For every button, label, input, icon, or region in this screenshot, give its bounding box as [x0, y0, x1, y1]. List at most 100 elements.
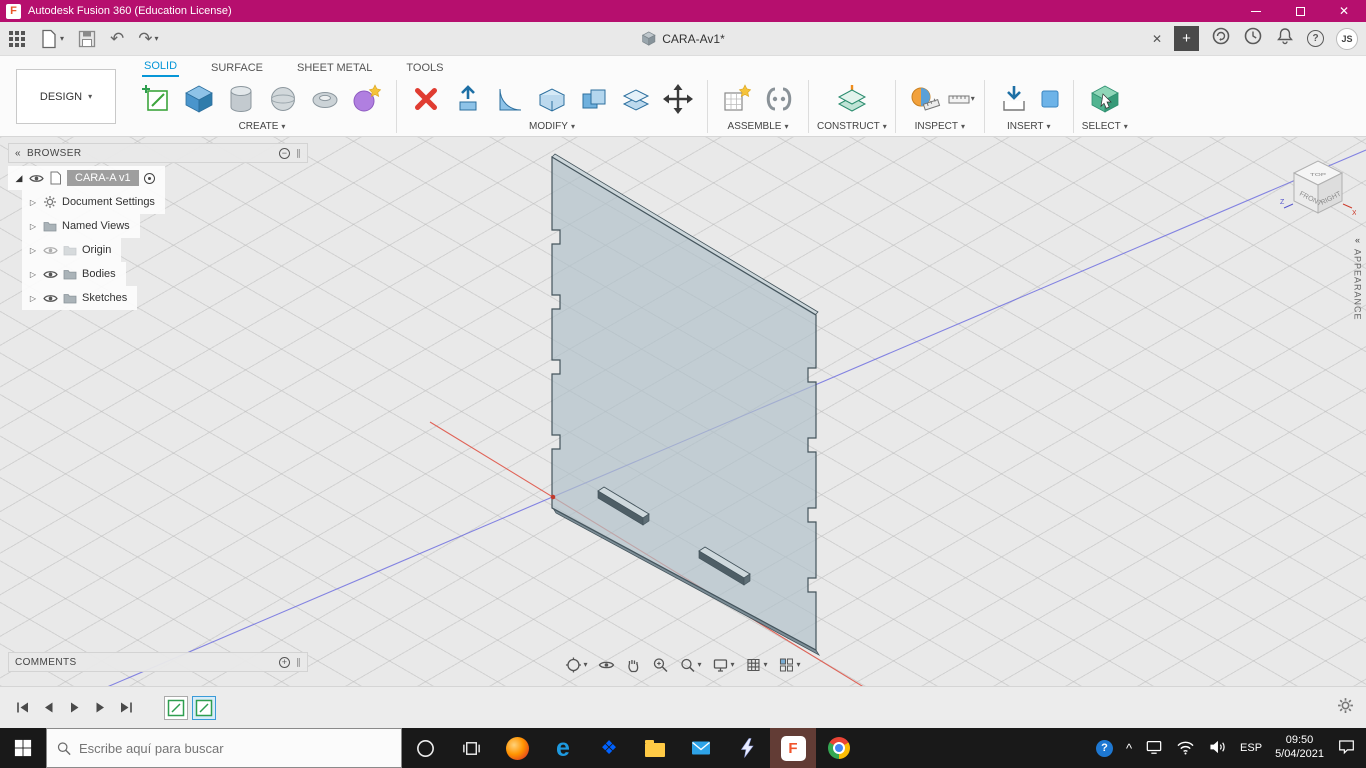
browser-header[interactable]: « BROWSER − ∥	[8, 143, 308, 163]
notifications-button[interactable]	[1275, 26, 1295, 51]
file-menu-button[interactable]: ▾	[40, 29, 64, 49]
timeline-settings-button[interactable]	[1337, 697, 1354, 719]
search-input[interactable]	[79, 740, 391, 756]
tree-row-origin[interactable]: ▷ Origin	[8, 238, 308, 262]
tree-row-document-settings[interactable]: ▷ Document Settings	[8, 190, 308, 214]
visibility-eye-icon[interactable]	[43, 293, 58, 304]
joint-button[interactable]	[758, 77, 800, 121]
taskbar-clock[interactable]: 09:50 5/04/2021	[1275, 734, 1324, 762]
activate-component-icon[interactable]	[143, 172, 155, 184]
comments-grip-handle[interactable]: ∥	[296, 657, 301, 668]
expand-panel-icon[interactable]: «	[1355, 235, 1360, 245]
maximize-button[interactable]	[1278, 0, 1322, 22]
mail-button[interactable]	[678, 728, 724, 768]
chrome-button[interactable]	[816, 728, 862, 768]
get-help-button[interactable]: ?	[1095, 739, 1113, 757]
visibility-eye-icon[interactable]	[43, 245, 58, 256]
redo-button[interactable]: ↷ ▾	[138, 29, 158, 49]
tree-item-label[interactable]: Document Settings	[62, 196, 155, 208]
timeline-step-forward-button[interactable]	[90, 698, 110, 718]
create-form-button[interactable]	[346, 77, 388, 121]
fit-button[interactable]: ▾	[675, 654, 705, 676]
inspect-ruler-button[interactable]: ▾	[946, 77, 976, 121]
visibility-eye-icon[interactable]	[43, 269, 58, 280]
expand-comments-button[interactable]: +	[279, 656, 291, 668]
model-panel-face[interactable]	[551, 155, 817, 652]
visibility-eye-icon[interactable]	[29, 173, 44, 184]
collapse-panel-icon[interactable]: «	[15, 148, 21, 159]
appearance-panel-tab[interactable]: « APPEARANCE	[1349, 235, 1366, 321]
cortana-button[interactable]	[402, 728, 448, 768]
comments-bar[interactable]: COMMENTS + ∥	[8, 652, 308, 672]
tab-solid[interactable]: SOLID	[142, 58, 180, 77]
create-cylinder-button[interactable]	[220, 77, 262, 121]
tree-row-bodies[interactable]: ▷ Bodies	[8, 262, 308, 286]
expand-toggle-icon[interactable]: ▷	[28, 294, 38, 303]
measure-button[interactable]	[904, 77, 946, 121]
zoom-button[interactable]	[648, 654, 672, 676]
viewports-button[interactable]: ▾	[775, 654, 805, 676]
lightning-app-button[interactable]	[724, 728, 770, 768]
insert-menu[interactable]: INSERT ▾	[1007, 121, 1051, 136]
account-avatar[interactable]: JS	[1336, 27, 1358, 50]
help-button[interactable]: ?	[1307, 30, 1324, 47]
new-document-tab-button[interactable]: +	[1174, 26, 1199, 51]
workspace-switcher[interactable]: DESIGN ▾	[16, 69, 116, 124]
dropbox-button[interactable]: ❖	[586, 728, 632, 768]
collapse-browser-button[interactable]: −	[279, 147, 291, 159]
create-torus-button[interactable]	[304, 77, 346, 121]
timeline-go-to-end-button[interactable]	[116, 698, 136, 718]
tree-item-label[interactable]: Sketches	[82, 292, 127, 304]
orbit-button[interactable]: ▾	[561, 654, 591, 676]
timeline-step-back-button[interactable]	[38, 698, 58, 718]
volume-button[interactable]	[1208, 739, 1227, 758]
minimize-button[interactable]	[1234, 0, 1278, 22]
firefox-button[interactable]	[494, 728, 540, 768]
combine-button[interactable]	[573, 77, 615, 121]
document-tab-close-button[interactable]: ✕	[1152, 32, 1162, 46]
modify-menu[interactable]: MODIFY ▾	[529, 121, 575, 136]
move-button[interactable]	[657, 77, 699, 121]
insert-button[interactable]	[993, 77, 1035, 121]
root-document-label[interactable]: CARA-A v1	[67, 170, 139, 186]
undo-button[interactable]: ↶	[110, 29, 124, 49]
construct-plane-button[interactable]	[831, 77, 873, 121]
insert-canvas-button[interactable]	[1035, 77, 1065, 121]
taskbar-search[interactable]	[46, 728, 402, 768]
action-center-button[interactable]	[1337, 738, 1356, 758]
start-button[interactable]	[0, 728, 46, 768]
app-grid-button[interactable]	[8, 30, 26, 48]
shell-button[interactable]	[531, 77, 573, 121]
press-pull-button[interactable]	[447, 77, 489, 121]
timeline-sketch-feature-1[interactable]	[164, 695, 188, 720]
notifications-history-button[interactable]	[1243, 26, 1263, 51]
tab-surface[interactable]: SURFACE	[209, 60, 265, 77]
tree-row-root[interactable]: ◢ CARA-A v1	[8, 166, 308, 190]
viewport[interactable]: « BROWSER − ∥ ◢ CARA-A v1 ▷ Document Set…	[0, 137, 1366, 686]
create-sphere-button[interactable]	[262, 77, 304, 121]
grid-settings-button[interactable]: ▾	[742, 654, 772, 676]
create-box-button[interactable]	[178, 77, 220, 121]
save-button[interactable]	[78, 30, 96, 48]
pan-button[interactable]	[621, 654, 645, 676]
tab-sheet-metal[interactable]: SHEET METAL	[295, 60, 374, 77]
language-indicator[interactable]: ESP	[1240, 742, 1262, 754]
construct-menu[interactable]: CONSTRUCT ▾	[817, 121, 887, 136]
browser-grip-handle[interactable]: ∥	[296, 148, 301, 159]
inspect-menu[interactable]: INSPECT ▾	[915, 121, 965, 136]
tree-item-label[interactable]: Named Views	[62, 220, 130, 232]
job-status-button[interactable]	[1211, 26, 1231, 51]
create-menu[interactable]: CREATE ▾	[239, 121, 286, 136]
tree-item-label[interactable]: Origin	[82, 244, 111, 256]
assemble-menu[interactable]: ASSEMBLE ▾	[728, 121, 789, 136]
select-menu[interactable]: SELECT ▾	[1082, 121, 1128, 136]
display-settings-button[interactable]: ▾	[708, 654, 738, 676]
timeline-go-to-start-button[interactable]	[12, 698, 32, 718]
view-cube[interactable]: TOP FRONT RIGHT X Z	[1280, 149, 1357, 225]
tree-item-label[interactable]: Bodies	[82, 268, 116, 280]
edge-button[interactable]: e	[540, 728, 586, 768]
expand-toggle-icon[interactable]: ◢	[14, 173, 24, 184]
task-view-button[interactable]	[448, 728, 494, 768]
expand-toggle-icon[interactable]: ▷	[28, 246, 38, 255]
delete-button[interactable]	[405, 77, 447, 121]
